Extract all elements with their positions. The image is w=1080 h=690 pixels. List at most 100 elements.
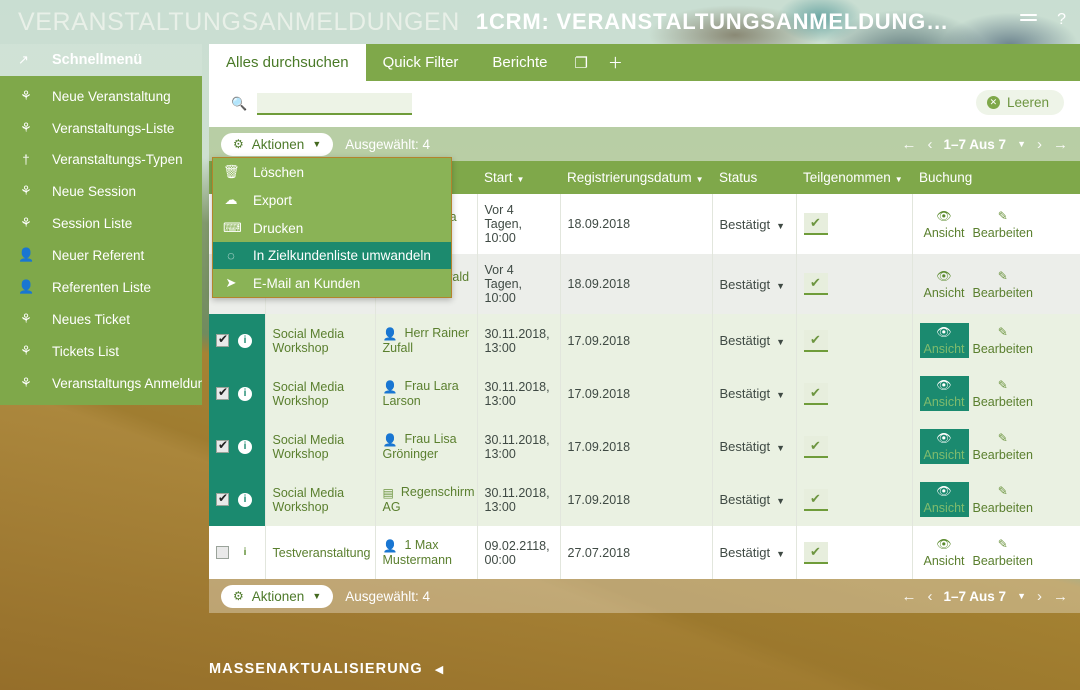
prev-page-button[interactable]: ‹ <box>928 136 933 153</box>
next-page-button[interactable]: › <box>1037 136 1042 153</box>
sidebar-quick-menu[interactable]: ↗ Schnellmenü <box>0 44 202 76</box>
question-mark-icon[interactable]: ? <box>1057 11 1066 28</box>
menu-item-trash[interactable]: 🗑 Löschen <box>213 158 451 186</box>
table-row[interactable]: i Social Media Workshop 👤Herr Rainer Zufal… <box>209 314 1080 367</box>
first-page-button[interactable]: ← <box>902 136 917 153</box>
sort-chevron-down-icon[interactable]: ▼ <box>696 175 704 184</box>
contact-cell: 👤Frau Lisa Gröninger <box>374 420 477 473</box>
hamburger-icon[interactable] <box>1020 11 1038 28</box>
column-header-registrierungsdatum[interactable]: Registrierungsdatum ▼ <box>560 161 712 194</box>
table-row[interactable]: i Testveranstaltung 👤 1 Max Mustermann 09.02… <box>209 526 1080 579</box>
sidebar-item-neues-ticket[interactable]: ⚘ Neues Ticket <box>0 303 202 335</box>
table-row[interactable]: i Social Media Workshop 👤Frau Lara Larson3… <box>209 367 1080 420</box>
row-checkbox[interactable] <box>216 332 229 348</box>
info-icon[interactable]: i <box>238 492 252 507</box>
sidebar-item-neue-veranstaltung[interactable]: ⚘ Neue Veranstaltung <box>0 80 202 112</box>
view-label: Ansicht <box>923 554 965 568</box>
status-cell[interactable]: Bestätigt ▼ <box>711 420 796 473</box>
tab-alles-durchsuchen[interactable]: Alles durchsuchen <box>209 44 366 81</box>
status-cell[interactable]: Bestätigt ▼ <box>711 254 796 314</box>
edit-booking-button[interactable]: ✎ Bearbeiten <box>969 376 1037 411</box>
page-size-chevron-icon-bottom[interactable]: ▼ <box>1017 591 1026 601</box>
view-booking-button[interactable]: 👁 Ansicht <box>919 323 969 358</box>
sidebar-item-neue-session[interactable]: ⚘ Neue Session <box>0 175 202 207</box>
status-cell[interactable]: Bestätigt ▼ <box>711 314 796 367</box>
view-booking-button[interactable]: 👁 Ansicht <box>919 376 969 411</box>
table-row[interactable]: i Social Media Workshop 👤Frau Lisa Gröning… <box>209 420 1080 473</box>
view-booking-button[interactable]: 👁 Ansicht <box>919 482 969 517</box>
eye-icon: 👁 <box>936 378 952 392</box>
table-row[interactable]: iSocial Media Workshop▤Regenschirm AG30.… <box>209 473 1080 526</box>
plus-icon[interactable]: ＋ <box>598 44 633 81</box>
sort-chevron-down-icon[interactable]: ▼ <box>517 175 525 184</box>
registration-cell: 17.09.2018 <box>559 473 712 526</box>
edit-booking-button[interactable]: ✎ Bearbeiten <box>969 482 1037 517</box>
search-input[interactable] <box>257 93 413 115</box>
edit-booking-button[interactable]: ✎ Bearbeiten <box>969 207 1037 242</box>
view-booking-button[interactable]: 👁 Ansicht <box>920 207 969 242</box>
page-size-chevron-icon[interactable]: ▼ <box>1017 139 1026 149</box>
attended-checkbox[interactable]: ✔ <box>803 488 828 511</box>
attended-checkbox[interactable]: ✔ <box>803 435 828 458</box>
next-page-button-bottom[interactable]: › <box>1037 588 1042 605</box>
column-header-status: Status <box>712 161 796 194</box>
actions-button-top[interactable]: ⚙ Aktionen ▼ <box>221 132 334 156</box>
edit-booking-button[interactable]: ✎ Bearbeiten <box>969 267 1037 302</box>
sidebar-item-tickets-list[interactable]: ⚘ Tickets List <box>0 335 202 367</box>
sidebar-item-veranstaltungs-anmeldungen[interactable]: ⚘ Veranstaltungs Anmeldungen <box>0 367 202 399</box>
mass-update-section[interactable]: MASSENAKTUALISIERUNG ◀ <box>209 661 444 677</box>
row-checkbox[interactable] <box>216 385 229 401</box>
sidebar-item-neuer-referent[interactable]: 👤 Neuer Referent <box>0 239 202 271</box>
sidebar-item-label: Veranstaltungs-Liste <box>52 120 175 136</box>
tab-quick-filter[interactable]: Quick Filter <box>366 44 476 81</box>
sort-chevron-down-icon[interactable]: ▼ <box>895 175 903 184</box>
info-icon[interactable]: i <box>238 333 252 348</box>
edit-booking-button[interactable]: ✎ Bearbeiten <box>969 429 1037 464</box>
prev-page-button-bottom[interactable]: ‹ <box>928 588 933 605</box>
attended-checkbox[interactable]: ✔ <box>803 213 828 235</box>
last-page-button-bottom[interactable]: → <box>1053 588 1068 605</box>
sidebar-item-label: Neue Veranstaltung <box>52 88 171 104</box>
menu-item-printer[interactable]: ⌨ Drucken <box>213 214 451 242</box>
view-booking-button[interactable]: 👁 Ansicht <box>919 429 969 464</box>
column-header-start[interactable]: Start ▼ <box>477 161 560 194</box>
eye-icon: 👁 <box>936 268 952 283</box>
info-icon[interactable]: i <box>238 545 252 560</box>
sidebar-item-veranstaltungs-liste[interactable]: ⚘ Veranstaltungs-Liste <box>0 112 202 144</box>
sidebar-item-session-liste[interactable]: ⚘ Session Liste <box>0 207 202 239</box>
eye-icon: 👁 <box>936 431 952 445</box>
status-cell[interactable]: Bestätigt ▼ <box>711 526 796 579</box>
menu-item-send[interactable]: ➤ E-Mail an Kunden <box>213 269 451 297</box>
sidebar-item-veranstaltungs-typen[interactable]: † Veranstaltungs-Typen <box>0 144 202 175</box>
eye-icon: 👁 <box>936 325 952 339</box>
menu-item-refresh-circle[interactable]: ◌ In Zielkundenliste umwandeln <box>213 242 451 269</box>
info-icon[interactable]: i <box>238 439 252 454</box>
attended-checkbox[interactable]: ✔ <box>803 382 828 405</box>
sidebar-item-referenten-liste[interactable]: 👤 Referenten Liste <box>0 271 202 303</box>
status-cell[interactable]: Bestätigt ▼ <box>711 194 796 254</box>
start-cell-text: 09.02.2118, 00:00 <box>484 538 550 567</box>
row-checkbox[interactable] <box>216 491 229 507</box>
attended-checkbox[interactable]: ✔ <box>803 541 828 564</box>
trending-up-icon: ↗ <box>18 52 29 67</box>
edit-booking-button[interactable]: ✎ Bearbeiten <box>969 323 1037 358</box>
attended-checkbox[interactable]: ✔ <box>803 273 828 295</box>
row-checkbox[interactable] <box>216 438 229 454</box>
tab-berichte[interactable]: Berichte <box>475 44 564 81</box>
row-checkbox[interactable] <box>216 546 229 560</box>
contact-name[interactable]: Regenschirm AG <box>383 485 475 514</box>
menu-item-cloud-download[interactable]: ☁ Export <box>213 186 451 214</box>
attended-checkbox[interactable]: ✔ <box>803 329 828 352</box>
duplicate-icon[interactable]: ❐ <box>564 44 597 81</box>
clear-button[interactable]: ✕ Leeren <box>975 90 1064 115</box>
last-page-button[interactable]: → <box>1053 136 1068 153</box>
first-page-button-bottom[interactable]: ← <box>902 588 917 605</box>
view-booking-button[interactable]: 👁 Ansicht <box>920 267 969 302</box>
info-icon[interactable]: i <box>238 386 252 401</box>
column-header-teilgenommen[interactable]: Teilgenommen ▼ <box>796 161 912 194</box>
actions-button-bottom[interactable]: ⚙ Aktionen ▼ <box>221 584 334 608</box>
status-cell[interactable]: Bestätigt ▼ <box>711 473 796 526</box>
edit-booking-button[interactable]: ✎ Bearbeiten <box>969 535 1037 570</box>
view-booking-button[interactable]: 👁 Ansicht <box>920 535 969 570</box>
status-cell[interactable]: Bestätigt ▼ <box>711 367 796 420</box>
